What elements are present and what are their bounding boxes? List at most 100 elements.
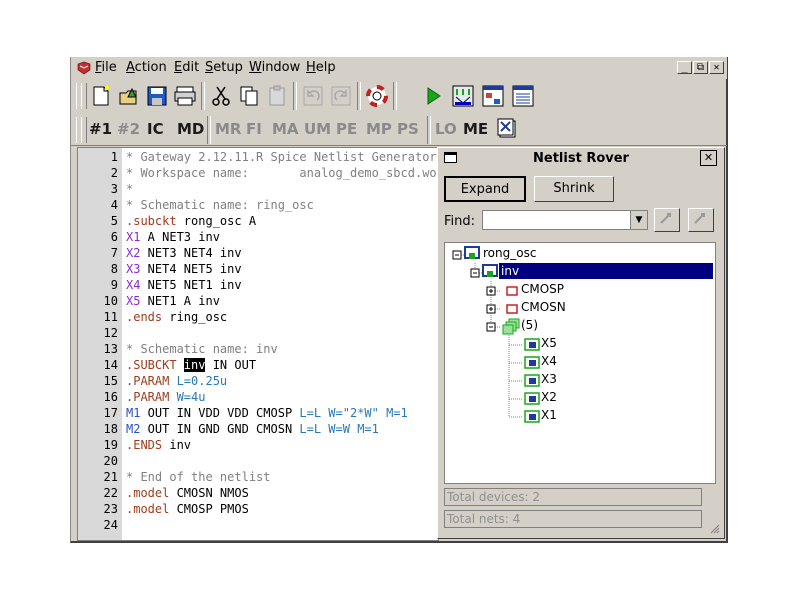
minimize-button[interactable]: _ bbox=[677, 61, 692, 74]
line-code[interactable]: * End of the netlist bbox=[126, 470, 271, 484]
tree-node-x5[interactable]: X5 bbox=[541, 335, 557, 351]
resize-grip-icon[interactable] bbox=[710, 524, 720, 534]
tree-node-cmosp[interactable]: CMOSP bbox=[521, 281, 564, 297]
line-code[interactable]: M2 OUT IN GND GND CMOSN L=L W=W M=1 bbox=[126, 422, 379, 436]
line-code[interactable]: .PARAM W=4u bbox=[126, 390, 205, 404]
tree-node-rong-osc[interactable]: rong_osc bbox=[483, 245, 536, 261]
editor-line[interactable]: 7 X2 NET3 NET4 inv bbox=[78, 246, 438, 262]
copy-button[interactable] bbox=[235, 82, 263, 110]
editor-line[interactable]: 3 * bbox=[78, 182, 438, 198]
line-code[interactable]: .model CMOSP PMOS bbox=[126, 502, 249, 516]
new-file-button[interactable] bbox=[87, 82, 115, 110]
line-code[interactable]: .model CMOSN NMOS bbox=[126, 486, 249, 500]
menu-edit[interactable]: Edit bbox=[174, 60, 199, 75]
tree-node-inv[interactable]: inv bbox=[501, 263, 519, 279]
editor-line[interactable]: 4 * Schematic name: ring_osc bbox=[78, 198, 438, 214]
tree-node-x2[interactable]: X2 bbox=[541, 389, 557, 405]
line-code[interactable]: X2 NET3 NET4 inv bbox=[126, 246, 242, 260]
help-button[interactable] bbox=[363, 82, 391, 110]
tree-node-x3[interactable]: X3 bbox=[541, 371, 557, 387]
redo-button[interactable] bbox=[327, 82, 355, 110]
rover-close-button[interactable]: ✕ bbox=[700, 150, 717, 166]
tab-me[interactable]: ME bbox=[463, 120, 488, 138]
tab-md[interactable]: MD bbox=[177, 120, 204, 138]
menu-help[interactable]: Help bbox=[306, 60, 336, 75]
line-code[interactable]: X1 A NET3 inv bbox=[126, 230, 220, 244]
chevron-down-icon[interactable]: ▼ bbox=[630, 211, 647, 229]
undo-button[interactable] bbox=[299, 82, 327, 110]
tab-1[interactable]: #1 bbox=[89, 120, 112, 138]
tab-mp[interactable]: MP bbox=[366, 120, 392, 138]
expand-button[interactable]: Expand bbox=[444, 176, 526, 202]
editor-line[interactable]: 18 M2 OUT IN GND GND CMOSN L=L W=W M=1 bbox=[78, 422, 438, 438]
line-code[interactable]: * bbox=[126, 182, 133, 196]
print-button[interactable] bbox=[171, 82, 199, 110]
menu-setup[interactable]: Setup bbox=[205, 60, 243, 75]
editor-line[interactable]: 2 * Workspace name: analog_demo_sbcd.wor bbox=[78, 166, 438, 182]
save-button[interactable] bbox=[143, 82, 171, 110]
window-button[interactable] bbox=[509, 82, 537, 110]
tab-ma[interactable]: MA bbox=[272, 120, 299, 138]
editor-line[interactable]: 6 X1 A NET3 inv bbox=[78, 230, 438, 246]
editor-line[interactable]: 22 .model CMOSN NMOS bbox=[78, 486, 438, 502]
paste-button[interactable] bbox=[263, 82, 291, 110]
editor-line[interactable]: 17 M1 OUT IN VDD VDD CMOSP L=L W="2*W" M=… bbox=[78, 406, 438, 422]
close-button[interactable]: ✕ bbox=[709, 61, 724, 74]
editor-line[interactable]: 20 bbox=[78, 454, 438, 470]
tab-mr[interactable]: MR bbox=[215, 120, 241, 138]
menu-file[interactable]: File bbox=[95, 60, 117, 75]
find-combobox[interactable]: ▼ bbox=[482, 210, 648, 230]
line-code[interactable]: .ends ring_osc bbox=[126, 310, 227, 324]
editor-line[interactable]: 19 .ENDS inv bbox=[78, 438, 438, 454]
tab-um[interactable]: UM bbox=[304, 120, 331, 138]
shrink-button[interactable]: Shrink bbox=[534, 176, 614, 202]
editor-line[interactable]: 16 .PARAM W=4u bbox=[78, 390, 438, 406]
line-code[interactable]: .ENDS inv bbox=[126, 438, 191, 452]
toolbar-grip[interactable] bbox=[81, 117, 87, 143]
line-code[interactable]: X4 NET5 NET1 inv bbox=[126, 278, 242, 292]
rover-titlebar[interactable]: Netlist Rover ✕ bbox=[438, 148, 724, 170]
line-code[interactable]: .SUBCKT inv IN OUT bbox=[126, 358, 256, 372]
restore-button[interactable]: ⧉ bbox=[693, 61, 708, 74]
tab-lo[interactable]: LO bbox=[435, 120, 457, 138]
line-code[interactable]: X5 NET1 A inv bbox=[126, 294, 220, 308]
tab-pe[interactable]: PE bbox=[336, 120, 357, 138]
tree-node-x4[interactable]: X4 bbox=[541, 353, 557, 369]
menu-action[interactable]: Action bbox=[126, 60, 167, 75]
line-code[interactable]: M1 OUT IN VDD VDD CMOSP L=L W="2*W" M=1 bbox=[126, 406, 408, 420]
tab-2[interactable]: #2 bbox=[117, 120, 140, 138]
editor-line[interactable]: 5 .subckt rong_osc A bbox=[78, 214, 438, 230]
editor-line[interactable]: 10 X5 NET1 A inv bbox=[78, 294, 438, 310]
tree-node-x1[interactable]: X1 bbox=[541, 407, 557, 423]
tab-ps[interactable]: PS bbox=[397, 120, 419, 138]
editor-line[interactable]: 9 X4 NET5 NET1 inv bbox=[78, 278, 438, 294]
netlist-editor[interactable]: 1 * Gateway 2.12.11.R Spice Netlist Gener… bbox=[77, 147, 439, 541]
line-code[interactable]: * Workspace name: analog_demo_sbcd.wor bbox=[126, 166, 438, 180]
netlist-tree[interactable]: rong_osc inv CMOSP CMOSN (5) X5 X4 X3 X2… bbox=[444, 242, 716, 484]
hierarchy-button[interactable] bbox=[479, 82, 507, 110]
netlist-button[interactable] bbox=[449, 82, 477, 110]
tree-node-group[interactable]: (5) bbox=[521, 317, 538, 333]
tab-ic[interactable]: IC bbox=[147, 120, 164, 138]
menu-window[interactable]: Window bbox=[249, 60, 300, 75]
editor-line[interactable]: 8 X3 NET4 NET5 inv bbox=[78, 262, 438, 278]
cut-button[interactable] bbox=[207, 82, 235, 110]
tree-node-cmosn[interactable]: CMOSN bbox=[521, 299, 566, 315]
line-code[interactable]: * Gateway 2.12.11.R Spice Netlist Genera… bbox=[126, 150, 437, 164]
line-code[interactable]: .subckt rong_osc A bbox=[126, 214, 256, 228]
line-code[interactable]: .PARAM L=0.25u bbox=[126, 374, 227, 388]
editor-line[interactable]: 15 .PARAM L=0.25u bbox=[78, 374, 438, 390]
editor-line[interactable]: 21 * End of the netlist bbox=[78, 470, 438, 486]
editor-line[interactable]: 1 * Gateway 2.12.11.R Spice Netlist Gener… bbox=[78, 150, 438, 166]
find-next-button[interactable] bbox=[688, 208, 714, 232]
editor-line[interactable]: 24 bbox=[78, 518, 438, 534]
line-code[interactable]: * Schematic name: ring_osc bbox=[126, 198, 314, 212]
editor-line[interactable]: 23 .model CMOSP PMOS bbox=[78, 502, 438, 518]
line-code[interactable]: X3 NET4 NET5 inv bbox=[126, 262, 242, 276]
editor-line[interactable]: 13 * Schematic name: inv bbox=[78, 342, 438, 358]
run-button[interactable] bbox=[419, 82, 447, 110]
editor-line[interactable]: 11 .ends ring_osc bbox=[78, 310, 438, 326]
tab-fi[interactable]: FI bbox=[246, 120, 262, 138]
open-file-button[interactable] bbox=[115, 82, 143, 110]
close-tab-button[interactable] bbox=[493, 114, 521, 142]
